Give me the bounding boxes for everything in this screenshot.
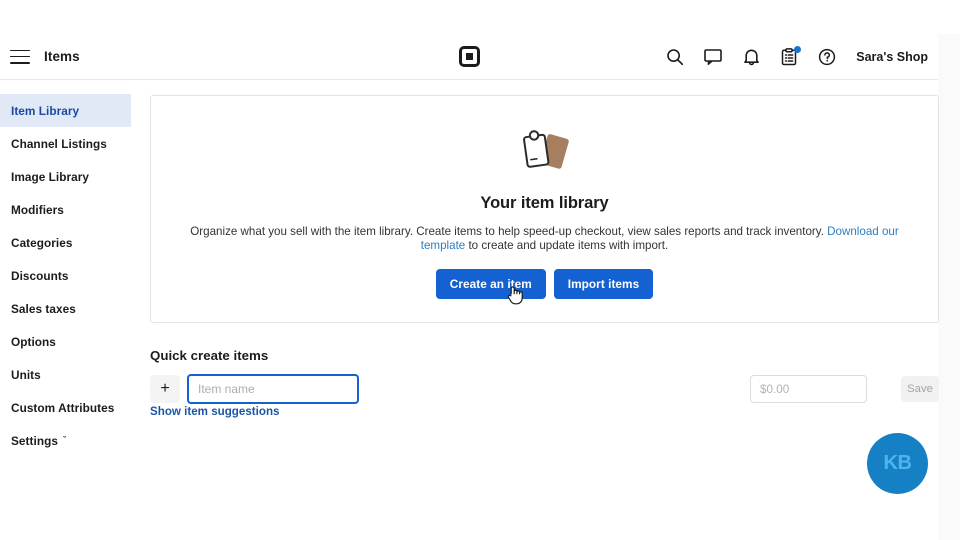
sidebar-item-label: Categories [11,235,73,250]
sidebar-item-label: Image Library [11,169,90,184]
sidebar-item-label: Modifiers [11,202,64,217]
import-items-button[interactable]: Import items [553,268,654,299]
hamburger-icon[interactable] [10,49,30,64]
sidebar-item-image-library[interactable]: Image Library [0,160,131,193]
description-part-2: to create and update items with import. [465,239,669,253]
help-icon[interactable] [816,46,838,68]
sidebar-item-discounts[interactable]: Discounts [0,259,131,292]
sidebar-item-categories[interactable]: Categories [0,226,131,259]
notification-badge [794,45,802,53]
notifications-bell-icon[interactable] [740,46,762,68]
sidebar-item-label: Options [11,334,56,349]
sidebar-item-options[interactable]: Options [0,325,131,358]
sidebar-item-channel-listings[interactable]: Channel Listings [0,127,131,160]
shop-name-label[interactable]: Sara's Shop [856,50,928,64]
sidebar-item-label: Discounts [11,268,69,283]
messages-icon[interactable] [702,46,724,68]
empty-state-title: Your item library [480,194,609,212]
clipboard-icon[interactable] [778,45,802,68]
quick-create-title: Quick create items [150,348,269,363]
sidebar: Item Library Channel Listings Image Libr… [0,80,131,540]
empty-state-description: Organize what you sell with the item lib… [175,225,915,254]
app-window: Items Sara's Shop Item Library Channel L… [0,0,960,540]
create-an-item-button[interactable]: Create an item [435,268,546,299]
sidebar-item-label: Channel Listings [11,136,107,151]
search-icon[interactable] [664,46,686,68]
right-gutter [938,34,960,540]
show-item-suggestions-link[interactable]: Show item suggestions [150,405,279,418]
empty-state-actions: Create an item Import items [435,268,654,299]
avatar[interactable]: KB [867,433,928,494]
quick-create-row: + Save [150,369,939,409]
sidebar-item-custom-attributes[interactable]: Custom Attributes [0,391,131,424]
page-title: Items [44,49,80,64]
sidebar-item-modifiers[interactable]: Modifiers [0,193,131,226]
save-button[interactable]: Save [901,376,939,402]
item-name-input[interactable] [187,374,359,404]
sidebar-item-label: Settings [11,433,58,448]
header-left-group: Items [0,49,80,64]
sidebar-item-label: Custom Attributes [11,400,115,415]
sidebar-item-sales-taxes[interactable]: Sales taxes [0,292,131,325]
square-logo[interactable] [458,46,480,67]
main-content: Your item library Organize what you sell… [131,80,939,540]
description-part-1: Organize what you sell with the item lib… [190,225,828,238]
sidebar-item-label: Sales taxes [11,301,76,316]
sidebar-item-label: Item Library [11,103,80,118]
chevron-down-icon: ˇ [62,435,66,445]
browser-top-strip [0,0,960,34]
sidebar-item-settings[interactable]: Settings ˇ [0,424,131,457]
app-header: Items Sara's Shop [0,34,938,80]
price-tags-icon [517,129,573,177]
sidebar-item-units[interactable]: Units [0,358,131,391]
item-library-empty-state-card: Your item library Organize what you sell… [150,95,939,323]
item-price-input[interactable] [750,375,867,403]
header-right-group: Sara's Shop [664,45,928,68]
sidebar-item-label: Units [11,367,41,382]
plus-icon[interactable]: + [150,375,180,403]
sidebar-item-item-library[interactable]: Item Library [0,94,131,127]
